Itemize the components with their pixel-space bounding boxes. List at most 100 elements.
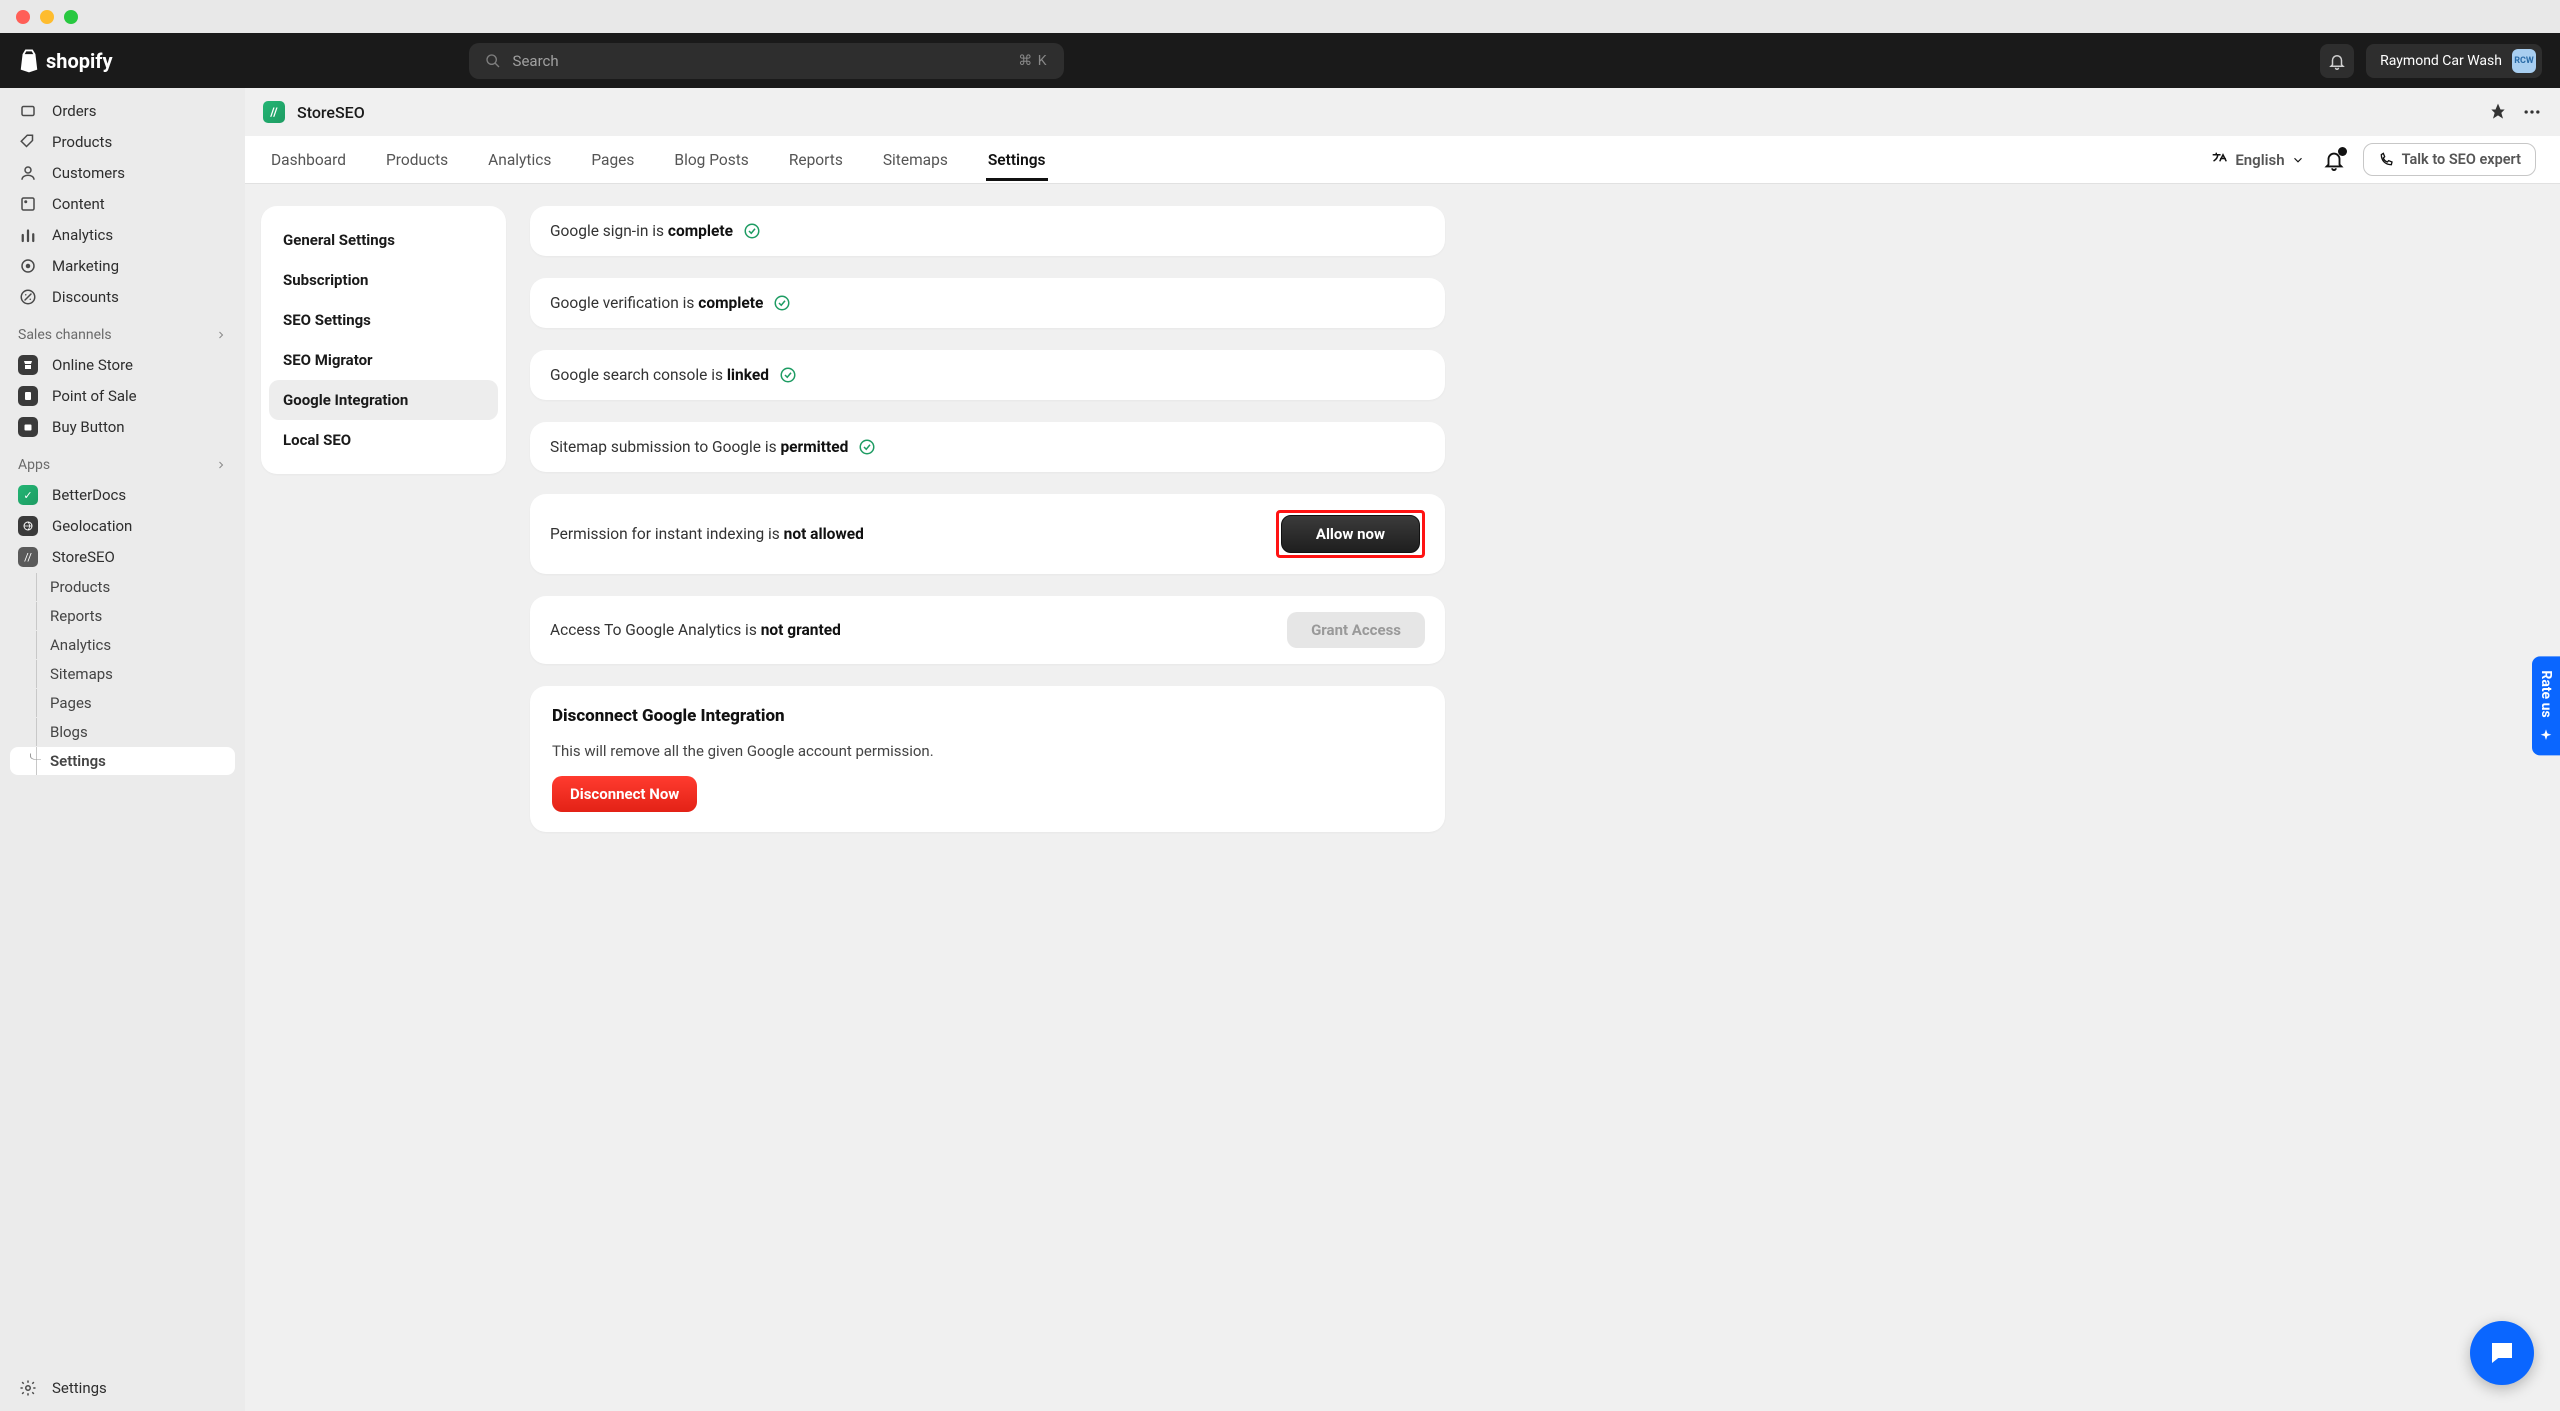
- sidebar-item-label: Analytics: [52, 226, 113, 244]
- window-minimize-dot[interactable]: [40, 10, 54, 24]
- sidebar-sub-pages[interactable]: Pages: [10, 689, 235, 717]
- sidebar-item-label: Products: [50, 578, 110, 596]
- sidebar-app-betterdocs[interactable]: ✓ BetterDocs: [10, 480, 235, 510]
- app-notifications[interactable]: [2323, 149, 2345, 171]
- disconnect-title: Disconnect Google Integration: [552, 706, 1423, 726]
- account-button[interactable]: Raymond Car Wash RCW: [2366, 44, 2542, 78]
- account-avatar: RCW: [2512, 49, 2536, 73]
- shopify-bag-icon: [18, 48, 40, 73]
- settings-menu-local-seo[interactable]: Local SEO: [269, 420, 498, 460]
- chevron-right-icon: [215, 459, 227, 471]
- window-zoom-dot[interactable]: [64, 10, 78, 24]
- sidebar-sub-products[interactable]: Products: [10, 573, 235, 601]
- sidebar-item-customers[interactable]: Customers: [10, 158, 235, 188]
- tab-settings[interactable]: Settings: [986, 139, 1048, 181]
- settings-menu-subscription[interactable]: Subscription: [269, 260, 498, 300]
- settings-menu-seo-settings[interactable]: SEO Settings: [269, 300, 498, 340]
- check-circle-icon: [773, 294, 791, 312]
- analytics-icon: [18, 225, 38, 245]
- sidebar-section-sales-channels[interactable]: Sales channels: [10, 313, 235, 349]
- sidebar-item-label: Discounts: [52, 288, 119, 306]
- rate-us-pill[interactable]: Rate us: [2532, 656, 2560, 755]
- shopify-logo[interactable]: shopify: [18, 48, 113, 73]
- chat-fab[interactable]: [2470, 1321, 2534, 1385]
- status-strong: permitted: [780, 438, 848, 456]
- global-search[interactable]: Search ⌘ K: [469, 43, 1064, 79]
- sidebar-item-label: Geolocation: [52, 517, 132, 535]
- sidebar-channel-online-store[interactable]: Online Store: [10, 350, 235, 380]
- tab-analytics[interactable]: Analytics: [486, 139, 553, 181]
- window-close-dot[interactable]: [16, 10, 30, 24]
- sidebar-item-label: Settings: [50, 752, 106, 770]
- status-strong: complete: [698, 294, 763, 312]
- sidebar-item-label: Content: [52, 195, 105, 213]
- status-card-instant-indexing: Permission for instant indexing is not a…: [530, 494, 1445, 574]
- tab-pages[interactable]: Pages: [589, 139, 636, 181]
- sidebar-item-label: Buy Button: [52, 418, 125, 436]
- customers-icon: [18, 163, 38, 183]
- chat-icon: [2487, 1338, 2517, 1368]
- sidebar-channel-buy[interactable]: Buy Button: [10, 412, 235, 442]
- grant-access-button[interactable]: Grant Access: [1287, 612, 1425, 648]
- sidebar-item-label: Pages: [50, 694, 92, 712]
- sidebar-sub-sitemaps[interactable]: Sitemaps: [10, 660, 235, 688]
- settings-content: General Settings Subscription SEO Settin…: [245, 184, 2560, 1411]
- chevron-down-icon: [2291, 153, 2305, 167]
- status-text: Google search console is: [550, 366, 727, 384]
- sidebar-item-label: StoreSEO: [52, 548, 115, 566]
- check-circle-icon: [743, 222, 761, 240]
- pin-icon[interactable]: [2488, 102, 2508, 122]
- button-label: Talk to SEO expert: [2402, 151, 2521, 168]
- sidebar-item-label: Point of Sale: [52, 387, 137, 405]
- sidebar-item-analytics[interactable]: Analytics: [10, 220, 235, 250]
- pos-icon: [18, 386, 38, 406]
- language-label: English: [2235, 151, 2284, 169]
- sidebar-item-products[interactable]: Products: [10, 127, 235, 157]
- check-circle-icon: [779, 366, 797, 384]
- betterdocs-icon: ✓: [18, 485, 38, 505]
- discounts-icon: [18, 287, 38, 307]
- sidebar-item-discounts[interactable]: Discounts: [10, 282, 235, 312]
- sidebar-item-label: Products: [52, 133, 112, 151]
- tab-blog-posts[interactable]: Blog Posts: [672, 139, 750, 181]
- sparkle-icon: [2538, 725, 2554, 741]
- tab-products[interactable]: Products: [384, 139, 450, 181]
- tab-reports[interactable]: Reports: [787, 139, 845, 181]
- tab-dashboard[interactable]: Dashboard: [269, 139, 348, 181]
- search-shortcut: ⌘ K: [1018, 53, 1047, 69]
- sidebar-item-label: BetterDocs: [52, 486, 126, 504]
- sidebar-item-settings[interactable]: Settings: [10, 1373, 235, 1403]
- sidebar-item-marketing[interactable]: Marketing: [10, 251, 235, 281]
- status-card-signin: Google sign-in is complete: [530, 206, 1445, 256]
- account-name: Raymond Car Wash: [2380, 53, 2502, 69]
- status-text: Access To Google Analytics is: [550, 621, 761, 639]
- language-selector[interactable]: English: [2211, 151, 2304, 169]
- more-icon[interactable]: [2522, 102, 2542, 122]
- sidebar-app-geolocation[interactable]: Geolocation: [10, 511, 235, 541]
- settings-menu-general[interactable]: General Settings: [269, 220, 498, 260]
- settings-menu-seo-migrator[interactable]: SEO Migrator: [269, 340, 498, 380]
- sidebar-section-apps[interactable]: Apps: [10, 443, 235, 479]
- shopify-sidebar: Orders Products Customers Content Analyt…: [0, 88, 245, 1411]
- sidebar-channel-pos[interactable]: Point of Sale: [10, 381, 235, 411]
- sidebar-sub-settings[interactable]: Settings: [10, 747, 235, 775]
- storeseo-app-icon: //: [263, 101, 285, 123]
- storeseo-icon: //: [18, 547, 38, 567]
- sidebar-sub-reports[interactable]: Reports: [10, 602, 235, 630]
- allow-now-button[interactable]: Allow now: [1281, 515, 1420, 553]
- status-text: Google sign-in is: [550, 222, 668, 240]
- settings-menu-google-integration[interactable]: Google Integration: [269, 380, 498, 420]
- status-strong: linked: [727, 366, 769, 384]
- notifications-button[interactable]: [2320, 44, 2354, 78]
- status-card-search-console: Google search console is linked: [530, 350, 1445, 400]
- marketing-icon: [18, 256, 38, 276]
- sidebar-sub-analytics[interactable]: Analytics: [10, 631, 235, 659]
- talk-to-expert-button[interactable]: Talk to SEO expert: [2363, 143, 2536, 176]
- tab-sitemaps[interactable]: Sitemaps: [881, 139, 950, 181]
- sidebar-item-content[interactable]: Content: [10, 189, 235, 219]
- sidebar-app-storeseo[interactable]: // StoreSEO: [10, 542, 235, 572]
- sidebar-item-orders[interactable]: Orders: [10, 96, 235, 126]
- disconnect-now-button[interactable]: Disconnect Now: [552, 776, 697, 812]
- sidebar-sub-blogs[interactable]: Blogs: [10, 718, 235, 746]
- store-icon: [18, 355, 38, 375]
